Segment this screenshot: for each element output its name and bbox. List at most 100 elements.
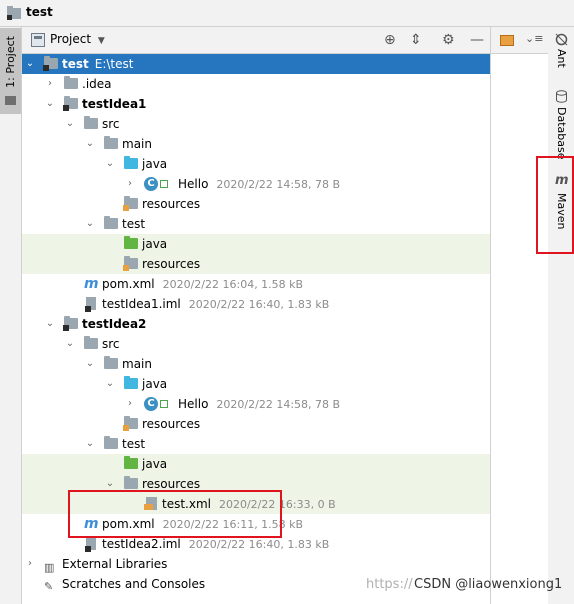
iml-meta: 2020/2/22 16:40, 1.83 kB — [188, 538, 330, 551]
pom-meta: 2020/2/22 16:04, 1.58 kB — [162, 278, 304, 291]
tree-row-src-2[interactable]: ⌄ src — [22, 334, 490, 354]
iml-file-icon — [85, 537, 96, 552]
tree-row-external-libraries[interactable]: › ▥ External Libraries — [22, 554, 490, 574]
tree-row-java-1[interactable]: ⌄ java — [22, 154, 490, 174]
expanded-arrow-icon[interactable]: ⌄ — [64, 114, 76, 134]
collapsed-arrow-icon[interactable]: › — [44, 74, 56, 94]
lock-icon — [160, 180, 168, 188]
tree-row-resources-1[interactable]: resources — [22, 194, 490, 214]
expanded-arrow-icon[interactable]: ⌄ — [104, 154, 116, 174]
main-label: main — [122, 357, 152, 371]
test-xml-meta: 2020/2/22 16:33, 0 B — [218, 498, 336, 511]
expanded-arrow-icon[interactable]: ⌄ — [44, 94, 56, 114]
expanded-arrow-icon[interactable]: ⌄ — [64, 334, 76, 354]
folder-icon — [64, 76, 78, 89]
expanded-arrow-icon[interactable]: ⌄ — [104, 374, 116, 394]
source-folder-icon — [124, 376, 138, 389]
project-tree: ⌄ test E:\test › .idea ⌄ testIdea1 ⌄ src … — [22, 54, 490, 604]
iml-file-icon — [85, 297, 96, 312]
database-icon — [556, 90, 567, 103]
maven-file-icon: m — [84, 276, 99, 292]
expanded-arrow-icon[interactable]: ⌄ — [84, 134, 96, 154]
tree-row-pom-2[interactable]: m pom.xml 2020/2/22 16:11, 1.58 kB — [22, 514, 490, 534]
tree-row-src-1[interactable]: ⌄ src — [22, 114, 490, 134]
scratches-icon: ✎ — [44, 580, 54, 593]
resources-label: resources — [142, 197, 201, 211]
tree-row-test-java-2[interactable]: java — [22, 454, 490, 474]
tree-row-module-1[interactable]: ⌄ testIdea1 — [22, 94, 490, 114]
database-tab[interactable]: Database — [555, 107, 568, 160]
xml-file-tab-icon[interactable] — [500, 35, 514, 46]
hello-meta: 2020/2/22 14:58, 78 B — [216, 178, 341, 191]
tree-row-iml-1[interactable]: testIdea1.iml 2020/2/22 16:40, 1.83 kB — [22, 294, 490, 314]
locate-icon[interactable]: ⊕ — [384, 32, 396, 48]
gear-icon[interactable]: ⚙ — [442, 32, 455, 48]
tree-row-test-1[interactable]: ⌄ test — [22, 214, 490, 234]
src-label: src — [102, 337, 120, 351]
test-label: test — [122, 217, 146, 231]
test-xml-label: test.xml — [162, 497, 211, 511]
collapsed-arrow-icon[interactable]: › — [124, 394, 136, 414]
tree-row-main-2[interactable]: ⌄ main — [22, 354, 490, 374]
test-resources-label: resources — [142, 257, 201, 271]
expanded-arrow-icon[interactable]: ⌄ — [84, 214, 96, 234]
tab-menu-icon[interactable]: ⌄≡ — [525, 32, 543, 45]
external-libraries-label: External Libraries — [62, 557, 168, 571]
tree-row-test-java-1[interactable]: java — [22, 234, 490, 254]
tree-row-java-2[interactable]: ⌄ java — [22, 374, 490, 394]
project-view-label: Project — [50, 32, 92, 46]
ant-icon — [555, 33, 568, 46]
tree-row-hello-1[interactable]: › C Hello 2020/2/22 14:58, 78 B — [22, 174, 490, 194]
collapsed-arrow-icon[interactable]: › — [124, 174, 136, 194]
iml-label: testIdea2.iml — [102, 537, 181, 551]
tree-row-module-2[interactable]: ⌄ testIdea2 — [22, 314, 490, 334]
idea-folder-label: .idea — [82, 77, 112, 91]
watermark-csdn: CSDN @liaowenxiong1 — [414, 577, 563, 592]
expanded-arrow-icon[interactable]: ⌄ — [84, 354, 96, 374]
tree-row-main-1[interactable]: ⌄ main — [22, 134, 490, 154]
project-view-selector[interactable]: Project ▼ — [50, 32, 105, 46]
project-tool-tab[interactable]: 1: Project — [0, 28, 21, 114]
expanded-arrow-icon[interactable]: ⌄ — [44, 314, 56, 334]
xml-file-icon — [144, 497, 157, 510]
tree-row-idea[interactable]: › .idea — [22, 74, 490, 94]
title-bar: test — [0, 0, 574, 27]
scratches-label: Scratches and Consoles — [62, 577, 206, 591]
tree-row-test-2[interactable]: ⌄ test — [22, 434, 490, 454]
resources-label: resources — [142, 417, 201, 431]
test-label: test — [122, 437, 146, 451]
folder-icon — [84, 116, 98, 129]
expanded-arrow-icon[interactable]: ⌄ — [104, 474, 116, 494]
src-label: src — [102, 117, 120, 131]
expanded-arrow-icon[interactable]: ⌄ — [84, 434, 96, 454]
expanded-arrow-icon[interactable]: ⌄ — [24, 54, 36, 74]
root-path: E:\test — [94, 57, 134, 71]
hello-meta: 2020/2/22 14:58, 78 B — [216, 398, 341, 411]
editor-area[interactable] — [490, 54, 548, 604]
tree-row-test-resources-1[interactable]: resources — [22, 254, 490, 274]
tree-row-test-resources-2[interactable]: ⌄ resources — [22, 474, 490, 494]
ant-tab[interactable]: Ant — [555, 49, 568, 68]
folder-icon — [84, 336, 98, 349]
project-panel-header: Project ▼ ⊕ ⇕ ⚙ — — [22, 27, 490, 54]
main-label: main — [122, 137, 152, 151]
tree-row-root[interactable]: ⌄ test E:\test — [22, 54, 490, 74]
minimize-icon[interactable]: — — [470, 32, 484, 48]
tree-row-iml-2[interactable]: testIdea2.iml 2020/2/22 16:40, 1.83 kB — [22, 534, 490, 554]
collapse-all-icon[interactable]: ⇕ — [410, 32, 422, 48]
window-title: test — [26, 5, 53, 19]
root-name: test — [62, 57, 89, 71]
tree-row-resources-2[interactable]: resources — [22, 414, 490, 434]
tree-row-pom-1[interactable]: m pom.xml 2020/2/22 16:04, 1.58 kB — [22, 274, 490, 294]
folder-icon — [5, 96, 16, 105]
class-icon: C — [144, 397, 158, 411]
maven-tab[interactable]: Maven — [555, 193, 568, 229]
collapsed-arrow-icon[interactable]: › — [24, 554, 36, 574]
iml-label: testIdea1.iml — [102, 297, 181, 311]
tree-row-test-xml[interactable]: test.xml 2020/2/22 16:33, 0 B — [22, 494, 490, 514]
module-folder-icon — [43, 56, 58, 71]
tree-row-hello-2[interactable]: › C Hello 2020/2/22 14:58, 78 B — [22, 394, 490, 414]
resources-folder-icon — [123, 196, 138, 211]
module-1-label: testIdea1 — [82, 97, 147, 111]
test-source-folder-icon — [124, 236, 138, 249]
